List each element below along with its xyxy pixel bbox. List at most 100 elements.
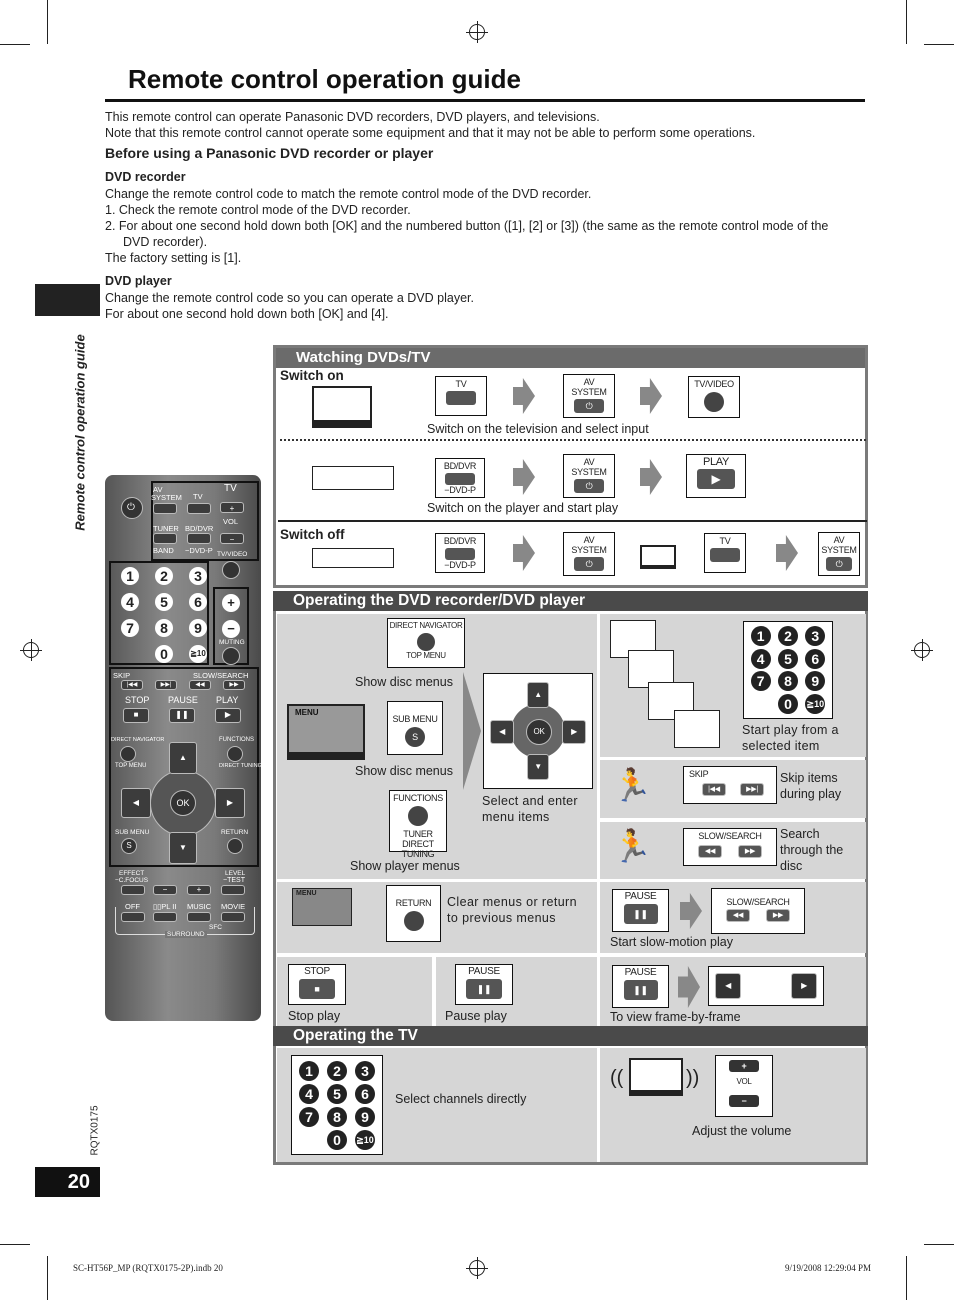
divider	[278, 520, 867, 522]
television-icon	[629, 1058, 683, 1096]
footer-right: 9/19/2008 12:29:04 PM	[785, 1263, 872, 1273]
number-key: ≧10	[355, 1129, 375, 1150]
pause-key: PAUSE ❚❚	[612, 965, 669, 1008]
left-key: ◀	[121, 788, 151, 818]
caption: To view frame-by-frame	[610, 1010, 741, 1024]
number-key: 3	[355, 1060, 375, 1081]
remote-number-key: 9	[189, 619, 207, 637]
number-key: 2	[777, 626, 798, 647]
label: MUSIC	[187, 902, 212, 911]
dvd-player-icon	[312, 548, 394, 568]
number-key: 9	[355, 1106, 375, 1127]
remote-number-key: 2	[155, 567, 173, 585]
cursor-keys: ▲ ▼ ◀ ▶ OK	[483, 673, 593, 789]
skip-prev-key: |◀◀	[121, 680, 143, 690]
label: TUNER	[153, 524, 179, 533]
number-key: 2	[327, 1060, 347, 1081]
caption: Show disc menus	[355, 675, 453, 689]
number-key: 5	[777, 648, 798, 669]
ff-key: ▶▶	[223, 680, 245, 690]
tvvideo-key	[222, 561, 240, 579]
text-line: Change the remote control code so you ca…	[105, 291, 474, 305]
av-system-key: AV SYSTEM ⏻	[563, 454, 615, 498]
ok-key: OK	[170, 790, 196, 816]
label: MOVIE	[221, 902, 246, 911]
label: SLOW/SEARCH	[193, 671, 249, 680]
caption: Select channels directly	[395, 1092, 527, 1106]
label: ▯▯PL II	[153, 902, 177, 911]
label: TOP MENU	[115, 763, 147, 769]
music-key	[187, 912, 211, 922]
label: −DVD-P	[185, 546, 213, 555]
crop-mark	[906, 0, 907, 44]
av-system-key	[153, 503, 177, 514]
tvvideo-key: TV/VIDEO	[688, 376, 740, 418]
label: SFC	[209, 924, 222, 931]
number-key: 7	[750, 671, 771, 692]
caption: Show player menus	[350, 859, 460, 873]
slow-search-keys: SLOW/SEARCH ◀◀ ▶▶	[711, 888, 805, 934]
skip-keys: SKIP |◀◀ ▶▶|	[683, 766, 777, 804]
right-key: ▶	[215, 788, 245, 818]
play-key: ▶	[215, 708, 241, 723]
remote-number-key: 8	[155, 619, 173, 637]
tv-key	[187, 503, 211, 514]
television-icon	[312, 386, 372, 428]
plus-key: +	[187, 885, 211, 895]
caption: Start slow-motion play	[610, 935, 733, 949]
down-key: ▼	[169, 832, 197, 864]
vol-down-key: −	[222, 620, 240, 638]
number-key: 6	[355, 1083, 375, 1104]
pause-key: PAUSE ❚❚	[612, 889, 669, 932]
label: EFFECT	[119, 870, 145, 877]
off-key	[121, 912, 145, 922]
text-line: DVD recorder).	[123, 235, 208, 249]
number-key: 1	[299, 1060, 319, 1081]
number-key: 5	[327, 1083, 347, 1104]
label: FUNCTIONS	[219, 737, 254, 743]
tv-vol-up-key: +	[220, 502, 244, 513]
text-line: 2. For about one second hold down both […	[105, 219, 829, 233]
rewind-key: ◀◀	[189, 680, 211, 690]
caption: Switch on the television and select inpu…	[427, 422, 649, 436]
watching-header: Watching DVDs/TV	[276, 348, 865, 368]
effect-key	[121, 885, 145, 895]
menu-screen-icon: MENU	[287, 704, 365, 760]
label: DIRECT TUNING	[219, 763, 262, 769]
remote-number-key: 5	[155, 593, 173, 611]
number-keypad: 1 2 3 4 5 6 7 8 9 0 ≧10	[743, 621, 833, 719]
remote-number-key: 1	[121, 567, 139, 585]
page-number: 20	[35, 1167, 100, 1197]
label: BAND	[153, 546, 174, 555]
label: TV	[224, 483, 237, 494]
slow-search-keys: SLOW/SEARCH ◀◀ ▶▶	[683, 828, 777, 866]
tuner-key	[153, 533, 177, 544]
movie-key	[221, 912, 245, 922]
label: −C.FOCUS	[115, 877, 149, 884]
registration-mark	[466, 1257, 488, 1279]
submenu-key: SUB MENU S	[387, 701, 443, 755]
title-rule	[105, 99, 865, 102]
label: TV	[193, 492, 203, 501]
subheading-recorder: DVD recorder	[105, 170, 186, 184]
plii-key	[153, 912, 177, 922]
caption: Adjust the volume	[692, 1124, 792, 1138]
minus-key: −	[153, 885, 177, 895]
dvd-player-icon	[312, 466, 394, 490]
return-key	[227, 838, 243, 854]
tv-sound-icon: ((	[610, 1067, 624, 1089]
caption: Pause play	[445, 1009, 507, 1023]
crop-mark	[906, 1256, 907, 1300]
text-line: Change the remote control code to match …	[105, 187, 592, 201]
av-system-key: AV SYSTEM ⏻	[563, 374, 615, 418]
direct-nav-key	[120, 746, 136, 762]
label: MUTING	[219, 639, 245, 646]
caption: Clear menus or return to previous menus	[447, 895, 577, 925]
caption-line: Skip items during play	[780, 771, 842, 801]
label: PAUSE	[168, 695, 198, 705]
level-key	[221, 885, 245, 895]
chapter-pictures-illustration	[610, 620, 728, 748]
text-line: 1. Check the remote control mode of the …	[105, 203, 411, 217]
number-key: 8	[327, 1106, 347, 1127]
label: STOP	[125, 695, 150, 705]
